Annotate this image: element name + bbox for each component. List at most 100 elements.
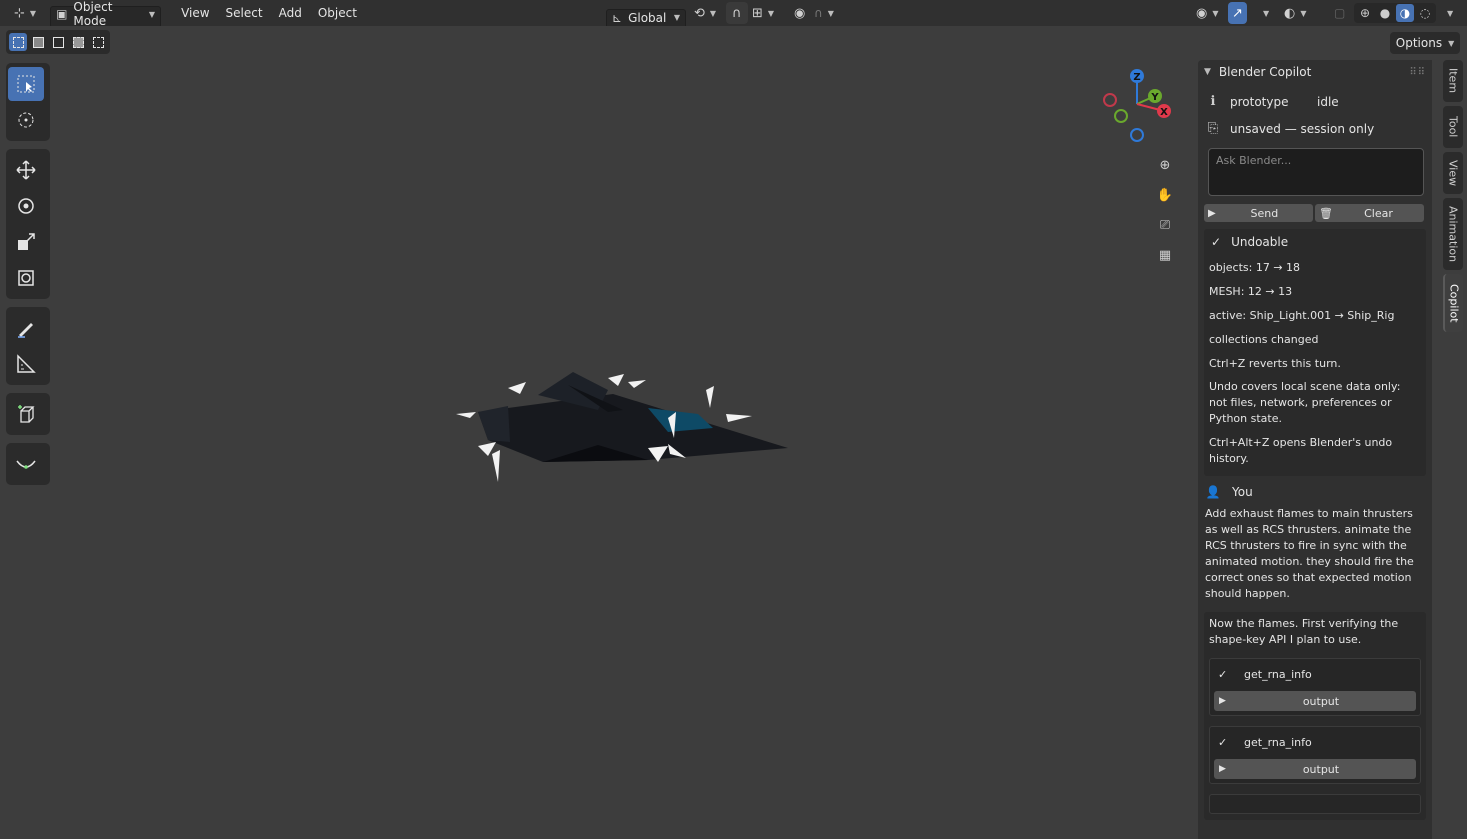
tool-group-select xyxy=(6,63,50,141)
grid-perspective-icon: ▦ xyxy=(1158,247,1172,263)
undo-summary-box: ✓ Undoable objects: 17 → 18 MESH: 12 → 1… xyxy=(1204,229,1426,476)
falloff-button[interactable]: ∩ ▼ xyxy=(808,2,840,24)
undo-title: Undoable xyxy=(1231,235,1289,249)
select-invert-icon[interactable] xyxy=(69,33,87,51)
panel-title: Blender Copilot xyxy=(1218,65,1312,79)
scale-tool[interactable] xyxy=(8,225,44,259)
tab-animation[interactable]: Animation xyxy=(1443,198,1463,270)
chevron-down-icon: ▼ xyxy=(1448,38,1455,48)
orientation-icon: ⊾ xyxy=(612,10,623,25)
prompt-placeholder: Ask Blender... xyxy=(1216,154,1292,167)
rotate-tool[interactable] xyxy=(8,189,44,223)
tab-item-label: Item xyxy=(1446,68,1460,94)
options-button[interactable]: Options ▼ xyxy=(1390,32,1460,54)
tab-tool[interactable]: Tool xyxy=(1443,106,1463,148)
tool-settings-bar: Options ▼ xyxy=(0,26,1467,56)
mode-label: Object Mode xyxy=(73,0,113,28)
rendered-shading-icon[interactable]: ◌ xyxy=(1416,4,1434,22)
material-shading-icon[interactable]: ◑ xyxy=(1396,4,1414,22)
zoom-button[interactable]: ⊕ xyxy=(1150,150,1180,180)
chevron-down-icon: ▼ xyxy=(1212,8,1219,18)
check-icon: ✓ xyxy=(1218,667,1228,681)
axes-editor-icon: ⊹ xyxy=(14,5,25,21)
undo-scope-note: Undo covers local scene data only: not f… xyxy=(1209,380,1401,425)
spaceship-model[interactable] xyxy=(448,350,798,490)
tab-view-label: View xyxy=(1446,159,1460,187)
measure-tool[interactable] xyxy=(8,347,44,381)
panel-header[interactable]: ▼ Blender Copilot ⠿⠿ xyxy=(1198,60,1432,84)
viewport-nav-buttons: ⊕ ✋ ⎚ ▦ xyxy=(1150,150,1180,270)
check-icon: ✓ xyxy=(1218,735,1228,749)
pivot-point-button[interactable]: ⟲ ▼ xyxy=(688,2,722,24)
perspective-toggle[interactable]: ▦ xyxy=(1150,240,1180,270)
eye-icon: ◉ xyxy=(1196,5,1208,21)
snap-toggle[interactable]: ∩ xyxy=(726,2,748,24)
menu-select[interactable]: Select xyxy=(220,2,269,24)
save-state-text: unsaved — session only xyxy=(1230,121,1375,136)
select-subtract-icon[interactable] xyxy=(49,33,67,51)
chevron-down-icon: ▼ xyxy=(148,9,156,19)
hand-icon: ✋ xyxy=(1156,187,1174,203)
gizmo-neg-z[interactable] xyxy=(1130,128,1144,142)
cursor-tool[interactable] xyxy=(8,103,44,137)
copilot-panel: ▼ Blender Copilot ⠿⠿ ℹ prototype idle ⎘ … xyxy=(1198,60,1432,839)
add-cube-tool[interactable] xyxy=(8,397,44,431)
chevron-down-icon: ▼ xyxy=(29,8,37,18)
annotate-tool[interactable] xyxy=(8,311,44,345)
gizmo-toggle[interactable]: ↗ xyxy=(1228,2,1247,24)
select-box-tool[interactable] xyxy=(8,67,44,101)
xray-toggle[interactable]: ▢ xyxy=(1328,2,1351,24)
add-cube-icon xyxy=(18,405,35,423)
wireframe-shading-icon[interactable]: ⊕ xyxy=(1356,4,1374,22)
transform-icon xyxy=(18,270,34,286)
tab-item[interactable]: Item xyxy=(1443,60,1463,102)
tool-group-annotate xyxy=(6,307,50,385)
snap-target-button[interactable]: ⊞ ▼ xyxy=(746,2,780,24)
select-extend-icon[interactable] xyxy=(29,33,47,51)
chevron-down-icon: ▼ xyxy=(1263,8,1270,18)
select-new-icon[interactable] xyxy=(9,33,27,51)
tab-copilot[interactable]: Copilot xyxy=(1443,274,1463,332)
prompt-input[interactable]: Ask Blender... xyxy=(1208,148,1424,196)
mode-select[interactable]: ▣ Object Mode ▼ xyxy=(50,0,162,28)
menu-object[interactable]: Object xyxy=(312,2,363,24)
tab-tool-label: Tool xyxy=(1446,116,1460,138)
solid-shading-icon[interactable]: ● xyxy=(1376,4,1394,22)
action-buttons: ▶ Send 🗑 Clear xyxy=(1204,204,1424,222)
move-icon xyxy=(16,160,36,180)
output-label: output xyxy=(1302,762,1340,776)
shading-options-button[interactable]: ▼ xyxy=(1436,2,1459,24)
move-tool[interactable] xyxy=(8,153,44,187)
overlays-icon: ◐ xyxy=(1284,5,1296,21)
send-button[interactable]: ▶ Send xyxy=(1204,204,1313,222)
menu-view[interactable]: View xyxy=(175,2,215,24)
curve-tool[interactable] xyxy=(8,447,44,481)
tool-output-toggle[interactable]: ▶ output xyxy=(1214,759,1416,779)
editor-type-button[interactable]: ⊹ ▼ xyxy=(8,2,42,24)
gizmo-neg-x[interactable] xyxy=(1103,93,1117,107)
status-state: idle xyxy=(1317,94,1339,109)
menu-add[interactable]: Add xyxy=(273,2,308,24)
tool-output-toggle[interactable]: ▶ output xyxy=(1214,691,1416,711)
transform-tool[interactable] xyxy=(8,261,44,295)
tool-group-add xyxy=(6,393,50,435)
expand-arrow-icon: ▶ xyxy=(1219,696,1226,706)
navigation-gizmo[interactable]: Z Y X xyxy=(1100,64,1180,148)
gizmo-options-button[interactable]: ▼ xyxy=(1252,2,1275,24)
clear-button[interactable]: 🗑 Clear xyxy=(1315,204,1424,222)
tool-group-curve xyxy=(6,443,50,485)
visibility-button[interactable]: ◉ ▼ xyxy=(1190,2,1225,24)
tab-view[interactable]: View xyxy=(1443,152,1463,194)
user-message: Add exhaust flames to main thrusters as … xyxy=(1205,507,1414,600)
gizmo-neg-y[interactable] xyxy=(1114,109,1128,123)
camera-view-button[interactable]: ⎚ xyxy=(1150,210,1180,240)
select-intersect-icon[interactable] xyxy=(89,33,107,51)
overlays-button[interactable]: ◐ ▼ xyxy=(1278,2,1313,24)
undo-line: Ctrl+Z reverts this turn. xyxy=(1209,356,1341,370)
drag-grip-icon[interactable]: ⠿⠿ xyxy=(1409,67,1426,78)
tool-call-card-partial xyxy=(1209,794,1421,814)
undo-line: collections changed xyxy=(1209,332,1319,346)
status-row: ℹ prototype idle xyxy=(1198,88,1432,115)
pan-button[interactable]: ✋ xyxy=(1150,180,1180,210)
chevron-down-icon: ▼ xyxy=(709,8,717,18)
